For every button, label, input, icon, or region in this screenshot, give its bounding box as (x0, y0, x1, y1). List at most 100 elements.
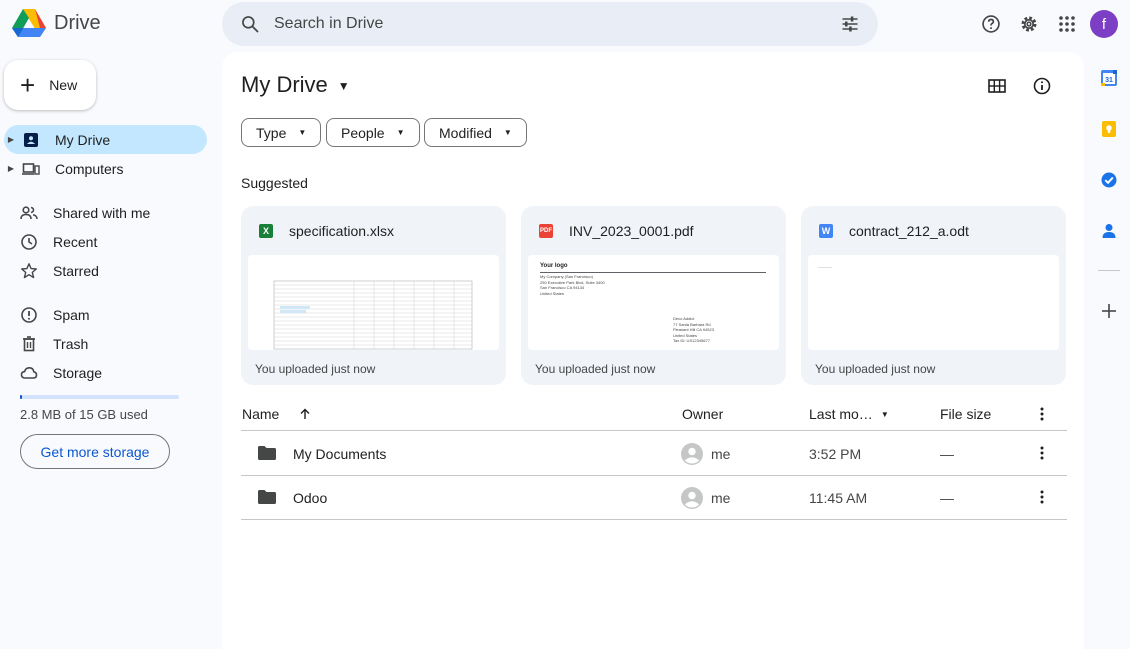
card-header: W contract_212_a.odt (819, 223, 969, 239)
expand-caret-icon[interactable]: ▶ (6, 164, 16, 173)
filter-people-chip[interactable]: People ▼ (326, 118, 420, 147)
file-last-modified: 3:52 PM (809, 446, 862, 462)
pdf-file-icon: PDF (539, 224, 553, 238)
suggested-heading: Suggested (241, 175, 308, 191)
help-icon (982, 15, 1000, 33)
header-actions: f (976, 9, 1130, 39)
sidebar-item-trash[interactable]: Trash (4, 329, 207, 358)
suggested-file-card[interactable]: X specification.xlsx You uploaded just n… (241, 206, 506, 385)
plus-icon: + (20, 70, 36, 100)
keep-notes-icon[interactable] (1100, 120, 1118, 138)
contacts-icon[interactable] (1100, 222, 1118, 240)
account-avatar[interactable]: f (1090, 10, 1118, 38)
card-file-name: INV_2023_0001.pdf (569, 223, 694, 239)
search-bar[interactable]: Search in Drive (222, 2, 878, 46)
table-row[interactable]: My Documents me 3:52 PM — (241, 432, 1067, 476)
main-content: My Drive ▼ Type ▼ People ▼ Modified ▼ Su… (222, 52, 1084, 649)
storage-usage-text: 2.8 MB of 15 GB used (20, 407, 148, 422)
row-more-options-button[interactable] (1034, 444, 1050, 462)
storage-meter (20, 395, 179, 399)
column-header-owner[interactable]: Owner (682, 406, 723, 422)
search-input[interactable]: Search in Drive (274, 15, 840, 33)
expand-caret-icon[interactable]: ▶ (6, 135, 16, 144)
file-list-header: Name Owner Last mo… ▼ File size (241, 397, 1067, 431)
settings-button[interactable] (1014, 9, 1044, 39)
info-icon[interactable] (1032, 76, 1052, 96)
file-thumbnail: Your logo My Company (San Francisco) 250… (528, 255, 779, 350)
file-owner: me (711, 446, 731, 462)
doc-preview-mark (818, 267, 832, 268)
sidebar-item-label: Shared with me (53, 204, 151, 221)
grid-view-icon[interactable] (987, 76, 1007, 96)
column-header-file-size[interactable]: File size (940, 406, 991, 422)
pdf-preview-line: Pleasant Hill CA 94523 (673, 327, 714, 332)
pdf-preview-rule (540, 272, 766, 273)
file-thumbnail (248, 255, 499, 350)
storage-meter-fill (20, 395, 23, 399)
filter-chip-label: Modified (439, 124, 492, 141)
sidebar-item-computers[interactable]: ▶ Computers (4, 154, 207, 183)
sidebar-item-storage[interactable]: Storage (4, 358, 207, 387)
table-row[interactable]: Odoo me 11:45 AM — (241, 476, 1067, 520)
filter-modified-chip[interactable]: Modified ▼ (424, 118, 527, 147)
docs-file-icon: W (819, 224, 833, 238)
owner-avatar-icon (681, 443, 703, 465)
filter-chip-label: People (341, 124, 385, 141)
people-icon (20, 204, 38, 222)
caret-down-icon: ▼ (298, 128, 307, 137)
sidebar-item-shared-with-me[interactable]: Shared with me (4, 198, 207, 227)
suggested-file-card[interactable]: PDF INV_2023_0001.pdf Your logo My Compa… (521, 206, 786, 385)
filter-chip-label: Type (256, 124, 287, 141)
more-vertical-icon (1040, 446, 1044, 460)
caret-down-icon: ▼ (337, 79, 350, 93)
cloud-icon (20, 364, 38, 382)
filter-type-chip[interactable]: Type ▼ (241, 118, 322, 147)
caret-down-icon: ▼ (503, 128, 512, 137)
side-panel-divider (1098, 270, 1120, 271)
file-owner: me (711, 490, 731, 506)
caret-down-icon: ▼ (396, 128, 405, 137)
tasks-icon[interactable] (1100, 171, 1118, 189)
column-header-name: Name (242, 406, 280, 422)
card-header: PDF INV_2023_0001.pdf (539, 223, 694, 239)
support-button[interactable] (976, 9, 1006, 39)
sidebar-item-label: Storage (53, 364, 103, 381)
sidebar-item-recent[interactable]: Recent (4, 227, 207, 256)
get-more-storage-button[interactable]: Get more storage (20, 434, 170, 469)
drive-logo[interactable]: Drive (12, 8, 101, 38)
sidebar-item-starred[interactable]: Starred (4, 256, 207, 285)
sidebar-item-spam[interactable]: Spam (4, 300, 207, 329)
computers-icon (22, 160, 40, 178)
sidebar-item-label: Recent (53, 233, 98, 250)
more-options-button[interactable] (1034, 405, 1050, 423)
new-button[interactable]: + New (4, 60, 96, 110)
sheets-file-icon: X (259, 224, 273, 238)
column-header-last-modified: Last mo… (809, 406, 873, 422)
calendar-icon[interactable]: 31 (1100, 69, 1118, 87)
sort-by-last-modified[interactable]: Last mo… ▼ (809, 406, 889, 422)
star-icon (20, 262, 38, 280)
apps-button[interactable] (1052, 9, 1082, 39)
clock-icon (20, 233, 38, 251)
owner-avatar-icon (681, 487, 703, 509)
pdf-preview-line: Tax ID: US12345677 (673, 338, 710, 343)
sidebar: + New ▶ My Drive ▶ Computers Shared with… (0, 50, 220, 649)
pdf-preview-customer: Deco Addict 77 Santa Barbara Rd Pleasant… (673, 316, 714, 344)
sort-by-name[interactable]: Name (242, 406, 311, 422)
more-vertical-icon (1040, 407, 1044, 421)
search-options-icon[interactable] (840, 14, 860, 34)
card-activity-text: You uploaded just now (535, 362, 656, 376)
sidebar-item-label: My Drive (55, 131, 111, 148)
sidebar-item-my-drive[interactable]: ▶ My Drive (4, 125, 207, 154)
row-more-options-button[interactable] (1034, 488, 1050, 506)
app-name: Drive (54, 11, 101, 34)
sidebar-item-label: Spam (53, 306, 90, 323)
file-name: My Documents (293, 446, 387, 462)
pdf-preview-logo: Your logo (540, 263, 568, 269)
add-app-icon[interactable] (1100, 302, 1118, 320)
apps-grid-icon (1059, 16, 1075, 32)
card-file-name: specification.xlsx (289, 223, 395, 239)
suggested-file-card[interactable]: W contract_212_a.odt You uploaded just n… (801, 206, 1066, 385)
page-title[interactable]: My Drive ▼ (241, 72, 350, 98)
search-icon[interactable] (240, 14, 260, 34)
